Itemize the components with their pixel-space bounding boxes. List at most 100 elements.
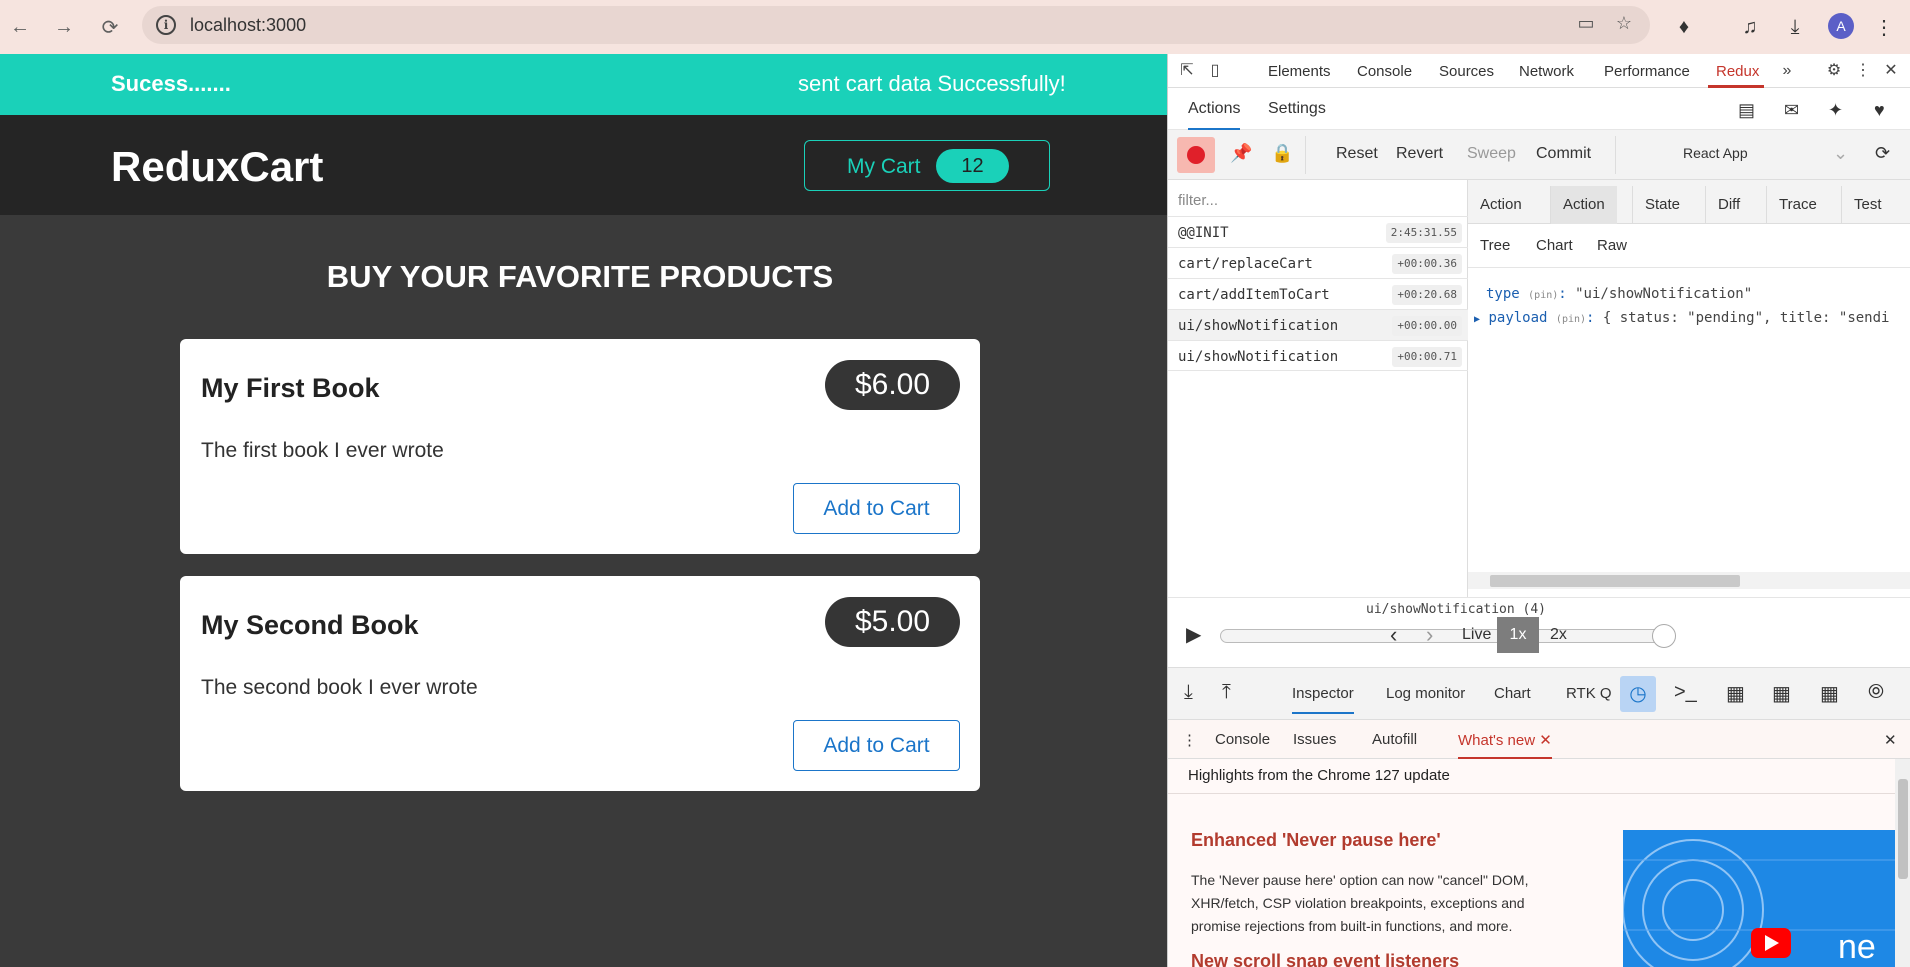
drawer-tab-autofill[interactable]: Autofill bbox=[1372, 731, 1417, 748]
add-to-cart-button[interactable]: Add to Cart bbox=[793, 720, 960, 771]
record-button[interactable] bbox=[1177, 137, 1215, 173]
profile-avatar[interactable]: A bbox=[1828, 13, 1854, 39]
tab-tree[interactable]: Tree bbox=[1480, 237, 1511, 254]
chevron-down-icon[interactable]: ⌄ bbox=[1833, 143, 1848, 164]
feedback-icon[interactable]: ✉ bbox=[1784, 100, 1799, 121]
tab-elements[interactable]: Elements bbox=[1268, 63, 1331, 80]
tab-redux[interactable]: Redux bbox=[1716, 63, 1759, 80]
close-tab-icon[interactable]: ✕ bbox=[1539, 732, 1552, 749]
product-title: My First Book bbox=[201, 373, 380, 403]
tab-log-monitor[interactable]: Log monitor bbox=[1386, 685, 1465, 702]
media-controls-icon[interactable]: ♫ bbox=[1734, 11, 1766, 43]
tab-state[interactable]: State bbox=[1632, 186, 1692, 224]
action-item-selected[interactable]: ui/showNotification +00:00.00 bbox=[1168, 309, 1468, 340]
scrollbar-thumb[interactable] bbox=[1490, 575, 1740, 587]
tab-diff[interactable]: Diff bbox=[1705, 186, 1752, 224]
speed-2x-button[interactable]: 2x bbox=[1550, 626, 1567, 644]
expand-arrow-icon[interactable]: ▶ bbox=[1474, 314, 1480, 325]
video-thumbnail[interactable]: ne bbox=[1623, 830, 1896, 967]
play-icon[interactable]: ▶ bbox=[1186, 622, 1201, 647]
forward-icon[interactable]: → bbox=[48, 11, 80, 43]
app-select[interactable]: React App bbox=[1683, 145, 1748, 161]
back-icon[interactable]: ← bbox=[4, 11, 36, 43]
reset-button[interactable]: Reset bbox=[1336, 145, 1378, 163]
type-pin[interactable]: (pin) bbox=[1528, 290, 1558, 301]
revert-button[interactable]: Revert bbox=[1396, 145, 1443, 163]
close-drawer-icon[interactable]: ✕ bbox=[1884, 731, 1897, 749]
tab-sources[interactable]: Sources bbox=[1439, 63, 1494, 80]
close-devtools-icon[interactable]: ✕ bbox=[1880, 60, 1902, 82]
lock-icon[interactable]: 🔒 bbox=[1271, 143, 1293, 164]
filter-input[interactable]: filter... bbox=[1178, 192, 1218, 209]
downloads-icon[interactable]: ⤓ bbox=[1779, 11, 1811, 43]
inspect-element-icon[interactable]: ⇱ bbox=[1176, 60, 1198, 82]
devtools-menu-icon[interactable]: ⋮ bbox=[1852, 60, 1874, 82]
pin-icon[interactable]: 📌 bbox=[1230, 143, 1252, 164]
tab-action-header[interactable]: Action bbox=[1468, 186, 1534, 224]
action-item[interactable]: cart/addItemToCart +00:20.68 bbox=[1168, 278, 1468, 309]
site-info-icon[interactable]: i bbox=[156, 15, 176, 35]
drawer-menu-icon[interactable]: ⋮ bbox=[1182, 731, 1197, 749]
tab-rtk-query[interactable]: RTK Q bbox=[1566, 685, 1612, 702]
twitter-icon[interactable]: ✦ bbox=[1828, 100, 1843, 121]
tab-console[interactable]: Console bbox=[1357, 63, 1412, 80]
browser-menu-icon[interactable]: ⋮ bbox=[1868, 11, 1900, 43]
tab-settings[interactable]: Settings bbox=[1268, 100, 1326, 118]
slider-layout-icon[interactable]: ▦ bbox=[1726, 681, 1745, 706]
extensions-icon[interactable]: ♦ bbox=[1668, 11, 1700, 43]
action-item[interactable]: cart/replaceCart +00:00.36 bbox=[1168, 247, 1468, 278]
scrollbar-thumb[interactable] bbox=[1898, 779, 1908, 879]
drawer-tab-issues[interactable]: Issues bbox=[1293, 731, 1336, 748]
add-to-cart-button[interactable]: Add to Cart bbox=[793, 483, 960, 534]
action-time: +00:20.68 bbox=[1392, 285, 1462, 305]
address-bar[interactable]: i localhost:3000 ▭ ☆ bbox=[142, 6, 1650, 44]
bookmark-star-icon[interactable]: ☆ bbox=[1612, 13, 1636, 37]
vertical-scrollbar[interactable] bbox=[1895, 759, 1910, 967]
terminal-icon[interactable]: >_ bbox=[1674, 681, 1697, 704]
install-app-icon[interactable]: ▭ bbox=[1574, 13, 1598, 37]
settings-gear-icon[interactable]: ⚙ bbox=[1823, 60, 1845, 82]
horizontal-scrollbar[interactable] bbox=[1468, 572, 1910, 589]
payload-pin[interactable]: (pin) bbox=[1556, 314, 1586, 325]
next-icon[interactable]: › bbox=[1426, 622, 1433, 648]
speed-1x-button[interactable]: 1x bbox=[1497, 617, 1539, 653]
tab-raw[interactable]: Raw bbox=[1597, 237, 1627, 254]
tab-actions[interactable]: Actions bbox=[1188, 100, 1241, 130]
heart-icon[interactable]: ♥ bbox=[1874, 100, 1885, 121]
commit-button[interactable]: Commit bbox=[1536, 145, 1591, 163]
more-tabs-icon[interactable]: » bbox=[1776, 60, 1798, 82]
tab-performance[interactable]: Performance bbox=[1604, 63, 1690, 80]
my-cart-button[interactable]: My Cart 12 bbox=[804, 140, 1050, 191]
tab-trace[interactable]: Trace bbox=[1766, 186, 1829, 224]
app-logo: ReduxCart bbox=[111, 143, 324, 190]
slider-track[interactable] bbox=[1220, 629, 1668, 643]
remote-broadcast-icon[interactable]: ⦾ bbox=[1868, 681, 1884, 704]
tree-payload-row[interactable]: ▶ payload (pin): { status: "pending", ti… bbox=[1474, 310, 1889, 326]
action-item[interactable]: ui/showNotification +00:00.71 bbox=[1168, 340, 1468, 371]
url-text[interactable]: localhost:3000 bbox=[190, 15, 306, 36]
device-toolbar-icon[interactable]: ▯ bbox=[1204, 60, 1226, 82]
tab-test[interactable]: Test bbox=[1841, 186, 1894, 224]
previous-icon[interactable]: ‹ bbox=[1390, 622, 1397, 648]
split-layout-icon[interactable]: ▦ bbox=[1820, 681, 1839, 706]
live-button[interactable]: Live bbox=[1462, 626, 1491, 644]
tab-chart-monitor[interactable]: Chart bbox=[1494, 685, 1531, 702]
drawer-tab-whats-new[interactable]: What's new ✕ bbox=[1458, 731, 1552, 759]
dispatcher-icon[interactable]: ◷ bbox=[1620, 676, 1656, 712]
sweep-button[interactable]: Sweep bbox=[1467, 145, 1516, 163]
tab-inspector[interactable]: Inspector bbox=[1292, 685, 1354, 714]
reload-icon[interactable]: ⟳ bbox=[94, 11, 126, 43]
sync-icon[interactable]: ⟳ bbox=[1875, 143, 1890, 164]
slider-handle[interactable] bbox=[1652, 624, 1676, 648]
feature-title[interactable]: New scroll snap event listeners bbox=[1191, 951, 1459, 967]
feature-title[interactable]: Enhanced 'Never pause here' bbox=[1191, 830, 1441, 851]
tab-action[interactable]: Action bbox=[1550, 186, 1617, 224]
grid-layout-icon[interactable]: ▦ bbox=[1772, 681, 1791, 706]
tab-chart[interactable]: Chart bbox=[1536, 237, 1573, 254]
action-item[interactable]: @@INIT 2:45:31.55 bbox=[1168, 216, 1468, 247]
tab-network[interactable]: Network bbox=[1519, 63, 1574, 80]
docs-book-icon[interactable]: ▤ bbox=[1738, 100, 1755, 121]
drawer-tab-console[interactable]: Console bbox=[1215, 731, 1270, 748]
export-icon[interactable]: ⤒ bbox=[1222, 681, 1231, 704]
import-icon[interactable]: ⤓ bbox=[1184, 681, 1193, 704]
